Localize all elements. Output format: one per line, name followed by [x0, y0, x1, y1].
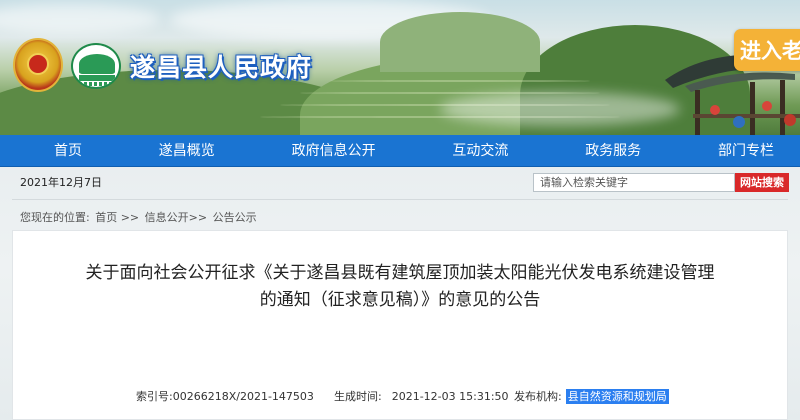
main-nav: 首页 遂昌概览 政府信息公开 互动交流 政务服务 部门专栏: [0, 135, 800, 167]
search-input[interactable]: [533, 173, 735, 192]
nav-item-interaction[interactable]: 互动交流: [452, 135, 508, 166]
article-title: 关于面向社会公开征求《关于遂昌县既有建筑屋顶加装太阳能光伏发电系统建设管理 的通…: [40, 260, 760, 314]
national-emblem-icon: [13, 38, 63, 92]
hill: [380, 12, 540, 72]
mist: [0, 4, 160, 34]
breadcrumb-home[interactable]: 首页 >>: [95, 211, 139, 224]
county-logo-icon: [71, 43, 121, 89]
article-title-line1: 关于面向社会公开征求《关于遂昌县既有建筑屋顶加装太阳能光伏发电系统建设管理: [85, 263, 715, 283]
meta-org: 发布机构: 县自然资源和规划局: [514, 388, 669, 404]
nav-item-overview[interactable]: 遂昌概览: [159, 135, 215, 166]
current-date: 2021年12月7日: [20, 176, 102, 189]
meta-org-label: 发布机构:: [514, 390, 562, 403]
nav-item-departments[interactable]: 部门专栏: [718, 135, 774, 166]
meta-time-value: 2021-12-03 15:31:50: [391, 390, 509, 403]
breadcrumb-notice[interactable]: 公告公示: [213, 211, 257, 224]
meta-index-value: 00266218X/2021-147503: [172, 390, 314, 403]
nav-item-home[interactable]: 首页: [54, 135, 82, 166]
article-title-line2: 的通知（征求意见稿）》的意见的公告: [259, 290, 541, 310]
meta-index-label: 索引号:: [136, 390, 173, 403]
breadcrumb-info[interactable]: 信息公开>>: [145, 211, 207, 224]
mist: [440, 92, 680, 126]
meta-org-value: 县自然资源和规划局: [565, 389, 669, 404]
terrace: [330, 80, 590, 82]
header-banner: 遂昌县人民政府: [0, 0, 800, 135]
breadcrumb-prefix: 您现在的位置:: [20, 211, 90, 224]
meta-time: 生成时间: 2021-12-03 15:31:50: [334, 388, 509, 404]
search-button[interactable]: 网站搜索: [735, 173, 789, 192]
site-title: 遂昌县人民政府: [130, 53, 313, 82]
nav-item-info-disclosure[interactable]: 政府信息公开: [292, 135, 376, 166]
care-mode-button[interactable]: 进入老: [734, 29, 800, 71]
meta-time-label: 生成时间:: [334, 390, 382, 403]
meta-index: 索引号:00266218X/2021-147503: [136, 388, 314, 404]
divider: [12, 199, 788, 200]
breadcrumb: 您现在的位置: 首页 >> 信息公开>> 公告公示: [20, 209, 259, 225]
nav-item-gov-service[interactable]: 政务服务: [585, 135, 641, 166]
article-meta: 索引号:00266218X/2021-147503 生成时间: 2021-12-0…: [40, 383, 760, 409]
